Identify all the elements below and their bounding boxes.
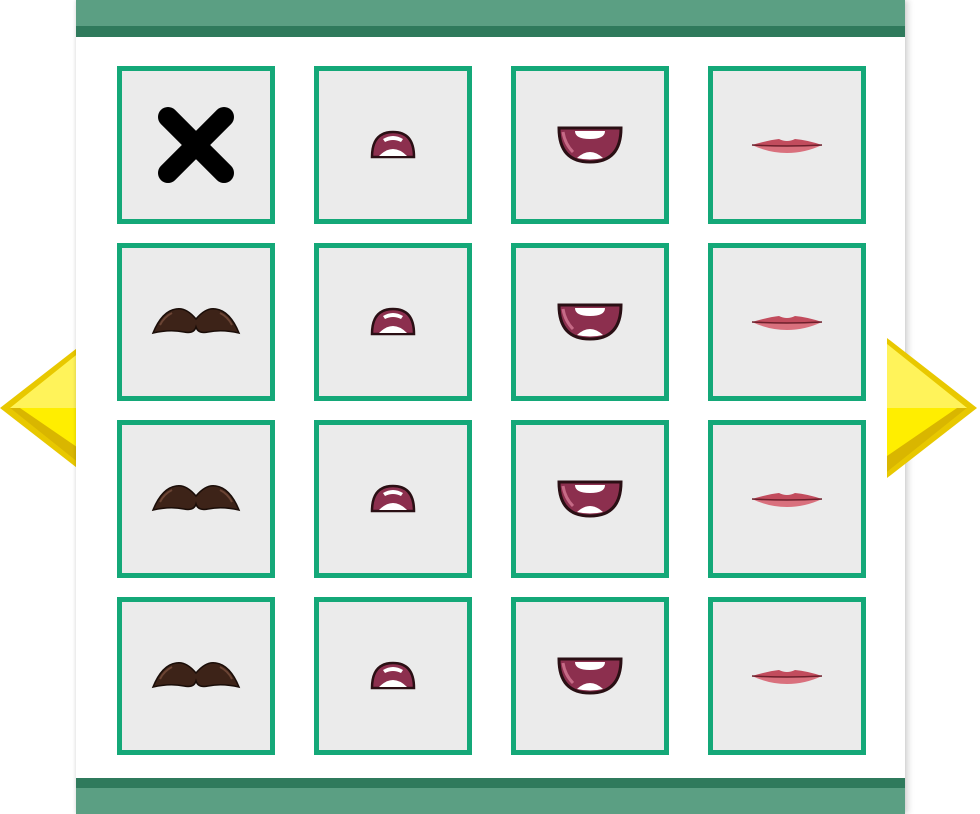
option-lips[interactable] [708,420,866,578]
lips-icon [751,139,823,153]
lips-icon [751,493,823,507]
option-wide-smile[interactable] [511,66,669,224]
option-small-open-mouth[interactable] [314,420,472,578]
lips-icon [751,670,823,684]
right-arrow-icon [887,338,977,478]
panel-bottom-bar [76,778,905,814]
option-wide-smile[interactable] [511,243,669,401]
none-x-icon [158,107,234,183]
mustache-icon [151,307,241,335]
option-lips[interactable] [708,243,866,401]
option-small-open-mouth[interactable] [314,243,472,401]
option-lips[interactable] [708,597,866,755]
small-open-mouth-icon [370,661,416,690]
option-mustache[interactable] [117,243,275,401]
mustache-icon [151,484,241,512]
option-small-open-mouth[interactable] [314,597,472,755]
wide-smile-mouth-icon [557,303,623,341]
panel-top-bar [76,0,905,37]
lips-icon [751,316,823,330]
mouth-selection-panel [76,0,905,814]
small-open-mouth-icon [370,130,416,159]
option-small-open-mouth[interactable] [314,66,472,224]
wide-smile-mouth-icon [557,126,623,164]
mustache-icon [151,661,241,689]
option-mustache[interactable] [117,597,275,755]
small-open-mouth-icon [370,307,416,336]
wide-smile-mouth-icon [557,657,623,695]
option-lips[interactable] [708,66,866,224]
next-page-arrow[interactable] [885,338,977,483]
small-open-mouth-icon [370,484,416,513]
mouth-grid [117,66,866,755]
option-none[interactable] [117,66,275,224]
option-wide-smile[interactable] [511,420,669,578]
option-wide-smile[interactable] [511,597,669,755]
wide-smile-mouth-icon [557,480,623,518]
option-mustache[interactable] [117,420,275,578]
